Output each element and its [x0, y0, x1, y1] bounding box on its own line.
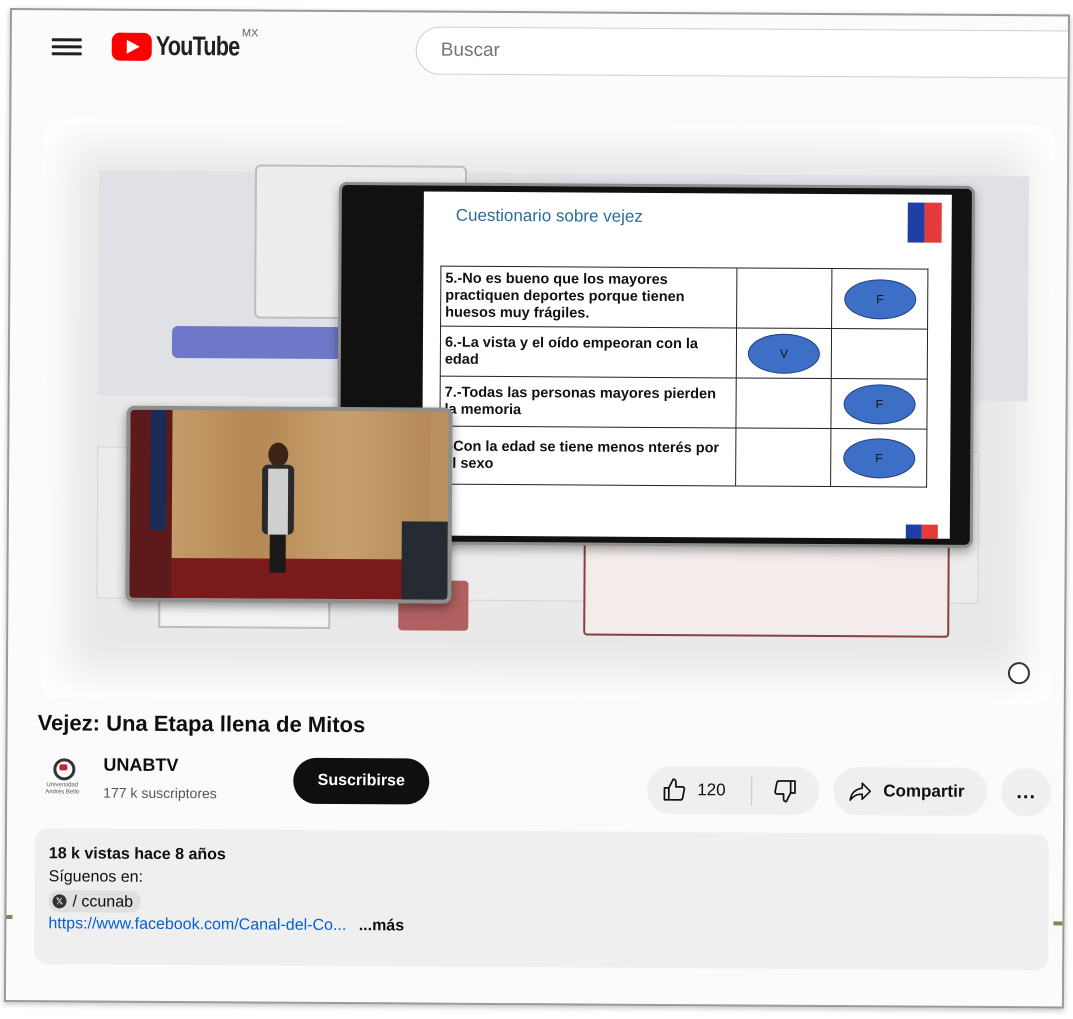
share-arrow-icon	[849, 782, 872, 801]
table-row: 6.-La vista y el oído empeoran con la ed…	[440, 326, 928, 380]
wall-panel	[169, 409, 431, 562]
answer-oval: F	[843, 278, 917, 320]
flag	[149, 409, 167, 530]
search-input[interactable]	[415, 26, 1070, 79]
subscribe-button[interactable]: Suscribirse	[293, 757, 430, 805]
slide-title: Cuestionario sobre vejez	[455, 205, 643, 226]
answer-cell-v	[736, 267, 833, 329]
facebook-link[interactable]: https://www.facebook.com/Canal-del-Co...	[48, 915, 346, 934]
question-cell: 7.-Todas las personas mayores pierden la…	[439, 376, 737, 428]
thumbs-up-icon	[663, 778, 686, 801]
table-row: .-Con la edad se tiene menos nterés por …	[439, 426, 927, 488]
like-count: 120	[697, 780, 726, 800]
answer-oval: F	[842, 437, 916, 479]
podium	[401, 521, 448, 600]
answer-oval: F	[843, 383, 916, 425]
like-dislike-group: 120	[647, 765, 820, 815]
answer-cell-f	[831, 328, 928, 380]
youtube-logo[interactable]: YouTube MX	[111, 27, 261, 63]
screenshot-frame: YouTube MX Cuestionario sobre vejez 5.-N…	[3, 8, 1070, 1009]
question-cell: .-Con la edad se tiene menos nterés por …	[439, 426, 736, 486]
dislike-button[interactable]	[752, 767, 818, 815]
x-logo-icon: 𝕏	[52, 894, 67, 909]
edge-mark	[6, 914, 13, 920]
channel-watermark-icon	[1007, 662, 1031, 685]
region-code: MX	[241, 27, 259, 40]
thumbs-down-icon	[774, 780, 796, 803]
share-label: Compartir	[883, 781, 965, 801]
table-row: 7.-Todas las personas mayores pierden la…	[439, 376, 928, 430]
channel-name[interactable]: UNABTV	[103, 755, 178, 776]
more-options-button[interactable]: ...	[1001, 768, 1052, 817]
quiz-table: 5.-No es bueno que los mayores practique…	[439, 266, 928, 488]
video-player[interactable]: Cuestionario sobre vejez 5.-No es bueno …	[39, 118, 1056, 705]
speaker-video-inset	[125, 405, 453, 604]
share-button[interactable]: Compartir	[833, 767, 988, 816]
flag-icon	[907, 202, 942, 243]
slide-content: Cuestionario sobre vejez 5.-No es bueno …	[421, 191, 952, 539]
like-button[interactable]: 120	[647, 766, 751, 815]
subscriber-count: 177 k suscriptores	[103, 784, 217, 802]
social-chip[interactable]: 𝕏 / ccunab	[48, 890, 142, 913]
question-cell: 6.-La vista y el oído empeoran con la ed…	[440, 326, 737, 378]
social-handle: / ccunab	[72, 892, 134, 911]
answer-cell-f: F	[831, 268, 928, 330]
show-more-link[interactable]: ...más	[359, 917, 404, 934]
answer-cell-f: F	[831, 428, 927, 488]
background-bar	[171, 325, 343, 360]
answer-cell-v	[735, 377, 832, 429]
answer-cell-v: V	[736, 327, 832, 379]
table-row: 5.-No es bueno que los mayores practique…	[440, 266, 928, 330]
flag-icon	[905, 524, 938, 539]
answer-cell-f: F	[831, 378, 928, 430]
video-title: Vejez: Una Etapa llena de Mitos	[37, 710, 366, 738]
speaker	[260, 442, 297, 573]
answer-cell-v	[735, 427, 832, 487]
logo-text: YouTube	[155, 30, 240, 62]
edge-mark	[1053, 921, 1063, 926]
question-cell: 5.-No es bueno que los mayores practique…	[440, 266, 737, 328]
menu-icon[interactable]	[51, 34, 82, 58]
description-box[interactable]: 18 k vistas hace 8 años Síguenos en: 𝕏 /…	[34, 828, 1049, 971]
answer-oval: V	[747, 333, 821, 374]
youtube-play-icon	[111, 32, 152, 61]
channel-avatar[interactable]: Universidad Andrés Bello	[41, 758, 83, 802]
